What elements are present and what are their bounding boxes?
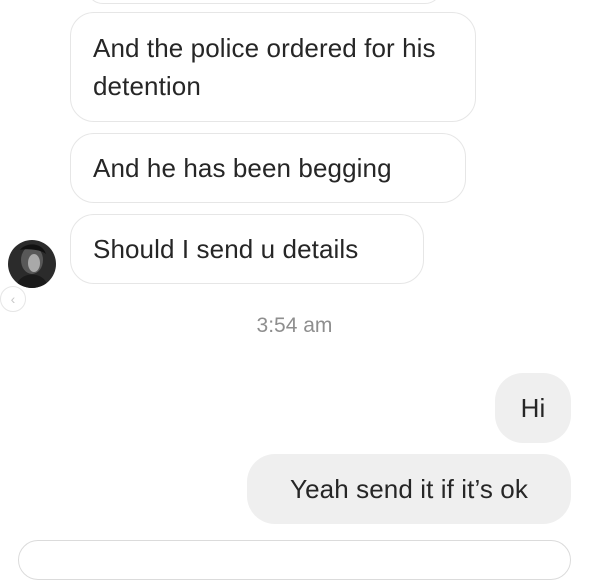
message-text: And the police ordered for his detention	[93, 33, 436, 101]
previous-message-bubble[interactable]	[86, 0, 442, 4]
incoming-message-bubble[interactable]: And the police ordered for his detention	[70, 12, 476, 122]
message-timestamp: 3:54 am	[256, 314, 333, 337]
outgoing-message-bubble[interactable]: Yeah send it if it’s ok	[247, 454, 571, 524]
outgoing-message-bubble[interactable]: Hi	[495, 373, 571, 443]
message-text: And he has been begging	[93, 153, 392, 183]
message-text: Yeah send it if it’s ok	[290, 474, 528, 504]
message-thread: And the police ordered for his detention…	[0, 0, 589, 580]
sender-avatar[interactable]	[8, 240, 56, 288]
message-composer[interactable]	[18, 540, 571, 580]
message-text: Hi	[520, 393, 546, 423]
incoming-message-bubble[interactable]: And he has been begging	[70, 133, 466, 203]
message-text: Should I send u details	[93, 234, 359, 264]
chevron-left-icon[interactable]: ‹	[0, 286, 26, 312]
incoming-message-bubble[interactable]: Should I send u details	[70, 214, 424, 284]
avatar-image	[8, 240, 56, 288]
